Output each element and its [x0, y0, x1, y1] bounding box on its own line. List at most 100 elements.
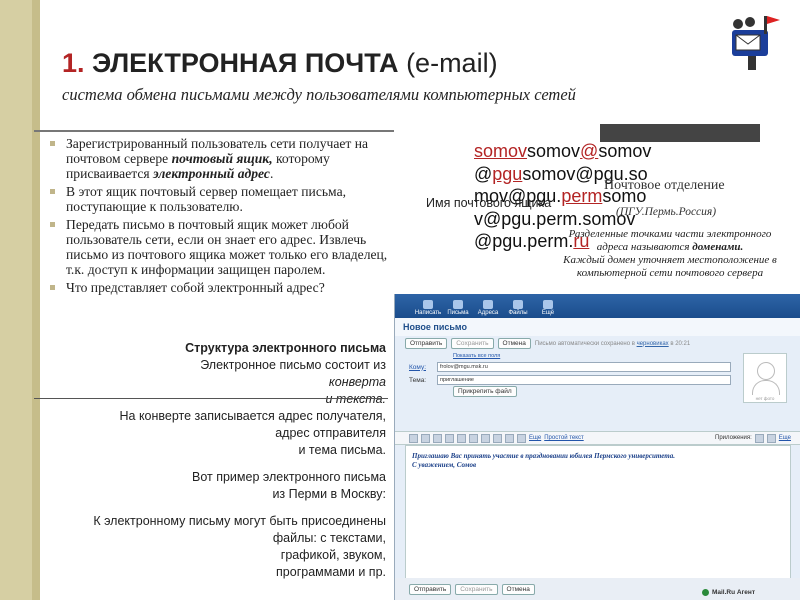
show-all-fields-link[interactable]: Показать все поля — [453, 353, 787, 359]
italic-icon[interactable] — [421, 433, 430, 443]
structure-line: и текста. — [325, 392, 387, 406]
save-button[interactable]: Сохранить — [451, 338, 494, 349]
send-button-bottom[interactable]: Отправить — [409, 583, 452, 595]
list-icon[interactable] — [493, 433, 502, 443]
structure-line: На конверте записывается адрес получател… — [119, 409, 387, 423]
nav-label: Написать — [414, 310, 442, 316]
nav-compose[interactable]: Написать — [413, 300, 443, 318]
bg-color-icon[interactable] — [457, 433, 466, 443]
avatar: нет фото — [743, 353, 787, 403]
bullet-item: Передать письмо в почтовый ящик может лю… — [44, 217, 404, 277]
avatar-head-icon — [757, 362, 775, 380]
address-part: somov — [474, 141, 528, 161]
address-line: somovsomov@somov — [474, 140, 674, 163]
link-icon[interactable] — [505, 433, 514, 443]
title-paren: (e-mail) — [398, 48, 498, 78]
mail-heading: Новое письмо — [395, 318, 800, 336]
avatar-caption: нет фото — [755, 396, 775, 401]
cancel-button[interactable]: Отмена — [497, 338, 531, 349]
smiley-icon[interactable] — [517, 433, 526, 443]
structure-line: К электронному письму могут быть присоед… — [93, 514, 386, 528]
save-button-bottom[interactable]: Сохранить — [455, 583, 498, 595]
address-part: pgu — [492, 163, 523, 184]
app-icon[interactable] — [754, 433, 764, 443]
left-decorative-strip — [0, 0, 40, 600]
drafts-link[interactable]: черновиках — [637, 341, 669, 347]
subject-label: Тема: — [409, 376, 427, 384]
domain-note: Разделенные точками части электронного а… — [560, 228, 780, 280]
autosave-text: Письмо автоматически сохранено в — [534, 340, 637, 347]
compose-form: Показать все поля Кому: frolov@mgu.msk.r… — [395, 351, 800, 431]
files-icon — [513, 300, 523, 309]
font-color-icon[interactable] — [445, 433, 454, 443]
compose-icon — [423, 300, 433, 309]
note-highlight: доменами. — [692, 241, 744, 253]
address-part: perm — [561, 186, 603, 206]
nav-label: Ещё — [541, 310, 555, 316]
autosave-text: в 20:21 — [668, 340, 691, 347]
structure-line: Вот пример электронного письма — [191, 470, 386, 484]
structure-line: программами и пр. — [276, 565, 386, 579]
structure-line: и тема письма. — [298, 443, 386, 457]
send-button[interactable]: Отправить — [405, 338, 448, 349]
bullet-item: Зарегистрированный пользователь сети пол… — [44, 136, 404, 181]
mail-bottom-bar: Отправить Сохранить Отмена Mail.Ru Агент — [395, 578, 800, 600]
address-part: @ — [474, 163, 493, 184]
post-office-label: Почтовое отделение — [604, 178, 725, 193]
attach-file-button[interactable]: Прикрепить файл — [453, 386, 517, 397]
message-body-editor[interactable]: Приглашаю Вас принять участие в празднов… — [405, 445, 791, 597]
page-title: 1. ЭЛЕКТРОННАЯ ПОЧТА (e-mail) — [62, 48, 782, 79]
bullet-item: В этот ящик почтовый сервер помещает пис… — [44, 184, 404, 214]
cancel-button-bottom[interactable]: Отмена — [501, 583, 535, 595]
nav-more[interactable]: Ещё — [533, 300, 563, 318]
underline-icon[interactable] — [433, 433, 442, 443]
avatar-body-icon — [752, 380, 780, 395]
address-part: @ — [580, 141, 599, 161]
to-field[interactable]: frolov@mgu.msk.ru — [437, 362, 731, 372]
plain-text-link[interactable]: Простой текст — [544, 435, 583, 441]
address-part: @pgu.perm. — [474, 231, 574, 251]
subject-field[interactable]: приглашение — [437, 375, 731, 385]
mail-nav-bar: Написать Письма Адреса Файлы Ещё — [395, 294, 800, 318]
nav-letters[interactable]: Письма — [443, 300, 473, 318]
autosave-status: Письмо автоматически сохранено в чернови… — [535, 341, 690, 347]
apps-more-link[interactable]: Еще — [779, 435, 791, 441]
align-icon[interactable] — [481, 433, 490, 443]
structure-line: графикой, звуком, — [280, 548, 386, 562]
bold-icon[interactable] — [409, 433, 418, 443]
title-caps: ЭЛЕКТРОННАЯ ПОЧТА — [92, 48, 399, 78]
body-line: Приглашаю Вас принять участие в празднов… — [412, 452, 675, 460]
mail-agent-button[interactable]: Mail.Ru Агент — [702, 589, 755, 596]
bullet-text: . — [269, 166, 274, 181]
nav-label: Файлы — [508, 310, 528, 316]
body-line: С уважением, Сомов — [412, 461, 477, 469]
structure-divider — [34, 398, 388, 399]
slide-title: 1. ЭЛЕКТРОННАЯ ПОЧТА (e-mail) система об… — [62, 48, 782, 105]
bullet-list: Зарегистрированный пользователь сети пол… — [44, 136, 404, 298]
format-more-link[interactable]: Еще — [529, 435, 541, 441]
nav-addresses[interactable]: Адреса — [473, 300, 503, 318]
letters-icon — [453, 300, 463, 309]
note-text: Каждый домен уточняет местоположение в к… — [563, 254, 777, 279]
title-divider — [34, 130, 394, 132]
page-subtitle: система обмена письмами между пользовате… — [62, 85, 576, 104]
subject-row: Тема: приглашение — [409, 375, 787, 385]
structure-line: файлы: с текстами, — [272, 531, 386, 545]
address-part: somov — [527, 141, 581, 161]
app-icon[interactable] — [766, 433, 776, 443]
nav-files[interactable]: Файлы — [503, 300, 533, 318]
to-label[interactable]: Кому: — [409, 364, 437, 371]
nav-label: Письма — [447, 310, 469, 316]
to-row: Кому: frolov@mgu.msk.ru — [409, 362, 787, 372]
address-part: somov — [598, 141, 652, 161]
title-number: 1. — [62, 48, 85, 78]
mailbox-name-label: Имя почтового ящика — [426, 196, 552, 210]
highlight-address: электронный адрес — [153, 166, 270, 181]
post-city-label: (ПГУ.Пермь.Россия) — [616, 206, 717, 218]
mail-client-screenshot: Написать Письма Адреса Файлы Ещё Новое п… — [394, 294, 800, 600]
highlight-mailbox: почтовый ящик, — [171, 151, 273, 166]
more-icon — [543, 300, 553, 309]
mail-toolbar: Отправить Сохранить Отмена Письмо автома… — [395, 336, 800, 351]
font-size-icon[interactable] — [469, 433, 478, 443]
apps-label: Приложения: — [715, 435, 752, 441]
